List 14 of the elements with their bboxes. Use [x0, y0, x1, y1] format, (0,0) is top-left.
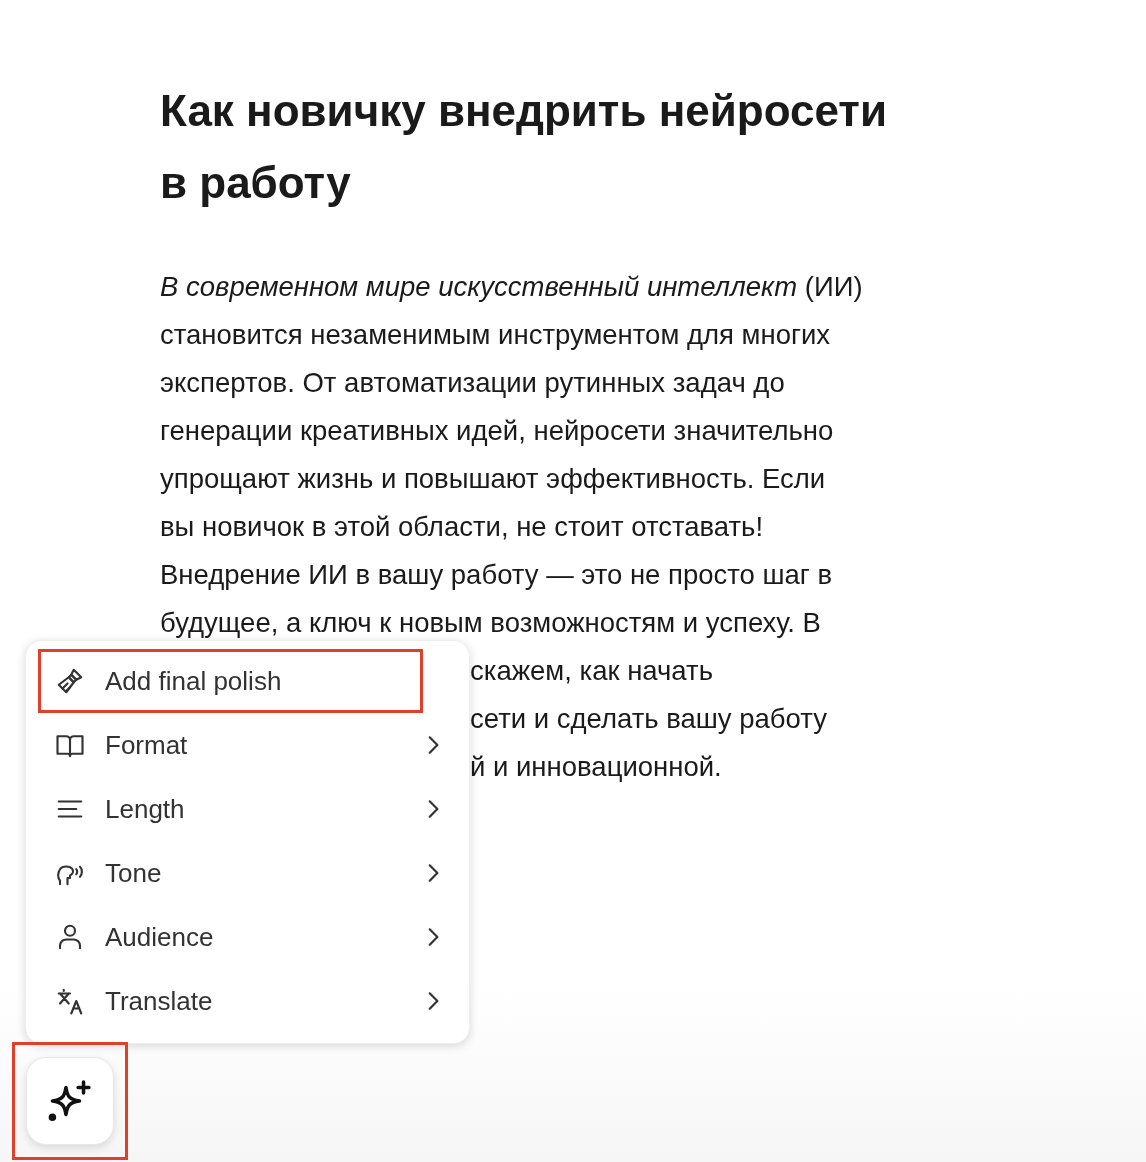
ai-sparkle-button[interactable]	[26, 1057, 114, 1145]
paragraph-line: сети и сделать вашу работу	[470, 702, 827, 736]
translate-icon	[55, 986, 85, 1016]
menu-item[interactable]: Translate	[38, 969, 457, 1033]
menu-item[interactable]: Tone	[38, 841, 457, 905]
paragraph-line: й и инновационной.	[470, 750, 722, 784]
sparkle-icon	[47, 1078, 93, 1124]
paragraph-line: скажем, как начать	[470, 654, 713, 688]
menu-item[interactable]: Format	[38, 713, 457, 777]
brush-icon	[55, 666, 85, 696]
menu-item[interactable]: Audience	[38, 905, 457, 969]
menu-item[interactable]: Add final polish	[38, 649, 423, 713]
article-title: Как новичку внедрить нейросети в работу	[160, 85, 888, 209]
menu-item[interactable]: Length	[38, 777, 457, 841]
